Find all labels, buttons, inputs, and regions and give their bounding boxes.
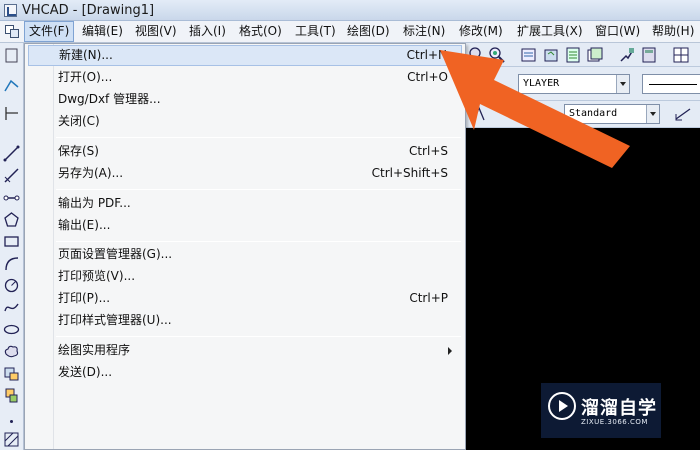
- menu-dimension[interactable]: 标注(N): [399, 21, 449, 42]
- watermark: 溜溜自学 ZIXUE.3066.COM: [541, 383, 661, 438]
- menu-extensions[interactable]: 扩展工具(X): [513, 21, 587, 42]
- grid-icon[interactable]: [672, 46, 690, 64]
- chevron-down-icon[interactable]: [646, 105, 659, 123]
- point-icon[interactable]: [3, 413, 20, 430]
- revision-cloud-icon[interactable]: [3, 343, 20, 360]
- menu-insert[interactable]: 插入(I): [185, 21, 230, 42]
- spline-icon[interactable]: [3, 299, 20, 316]
- menu-item-export[interactable]: 输出(E)...: [28, 215, 462, 236]
- annotation-arrow-icon: [440, 50, 630, 168]
- ray-icon[interactable]: [3, 189, 20, 206]
- submenu-arrow-icon: [448, 347, 452, 355]
- watermark-url: ZIXUE.3066.COM: [581, 418, 648, 426]
- ellipse-icon[interactable]: [3, 321, 20, 338]
- polygon-icon[interactable]: [3, 211, 20, 228]
- menu-separator: [56, 336, 461, 337]
- menu-item-close[interactable]: 关闭(C): [28, 111, 462, 132]
- calculator-icon[interactable]: [640, 46, 658, 64]
- dimension-icon[interactable]: [3, 105, 20, 122]
- make-block-icon[interactable]: [3, 387, 20, 404]
- menu-modify[interactable]: 修改(M): [455, 21, 507, 42]
- menu-item-new[interactable]: 新建(N)... Ctrl+N: [28, 45, 462, 66]
- window-title: VHCAD - [Drawing1]: [22, 3, 155, 18]
- play-logo-icon: [548, 392, 576, 420]
- menu-item-drawing-utilities[interactable]: 绘图实用程序: [28, 340, 462, 361]
- menu-bar: 文件(F) 编辑(E) 视图(V) 插入(I) 格式(O) 工具(T) 绘图(D…: [0, 21, 700, 43]
- menu-format[interactable]: 格式(O): [235, 21, 286, 42]
- app-icon[interactable]: [4, 4, 17, 17]
- draw-toolbar: [0, 43, 24, 450]
- menu-separator: [56, 137, 461, 138]
- title-bar: VHCAD - [Drawing1]: [0, 0, 700, 21]
- document-window-icon[interactable]: [5, 25, 21, 39]
- menu-item-export-pdf[interactable]: 输出为 PDF...: [28, 193, 462, 214]
- menu-item-print[interactable]: 打印(P)... Ctrl+P: [28, 288, 462, 309]
- dimension-style-icon[interactable]: [674, 105, 692, 123]
- rectangle-icon[interactable]: [3, 233, 20, 250]
- toolbar-handle-icon[interactable]: [3, 47, 20, 64]
- menu-window[interactable]: 窗口(W): [591, 21, 644, 42]
- line-icon[interactable]: [3, 145, 20, 162]
- linetype-combo[interactable]: [642, 74, 700, 94]
- polyline-icon[interactable]: [3, 77, 20, 94]
- menu-item-print-preview[interactable]: 打印预览(V)...: [28, 266, 462, 287]
- menu-item-dwg-manager[interactable]: Dwg/Dxf 管理器...: [28, 89, 462, 110]
- menu-help[interactable]: 帮助(H): [648, 21, 698, 42]
- menu-item-save[interactable]: 保存(S) Ctrl+S: [28, 141, 462, 162]
- menu-view[interactable]: 视图(V): [131, 21, 181, 42]
- arc-icon[interactable]: [3, 255, 20, 272]
- watermark-name: 溜溜自学: [581, 398, 657, 419]
- file-menu-dropdown: 新建(N)... Ctrl+N 打开(O)... Ctrl+O Dwg/Dxf …: [24, 43, 466, 450]
- menu-edit[interactable]: 编辑(E): [78, 21, 127, 42]
- menu-draw[interactable]: 绘图(D): [343, 21, 394, 42]
- menu-separator: [56, 189, 461, 190]
- menu-file[interactable]: 文件(F): [24, 21, 75, 42]
- menu-item-open[interactable]: 打开(O)... Ctrl+O: [28, 67, 462, 88]
- construction-line-icon[interactable]: [3, 167, 20, 184]
- menu-tools[interactable]: 工具(T): [291, 21, 340, 42]
- circle-icon[interactable]: [3, 277, 20, 294]
- menu-item-save-as[interactable]: 另存为(A)... Ctrl+Shift+S: [28, 163, 462, 184]
- insert-block-icon[interactable]: [3, 365, 20, 382]
- hatch-icon[interactable]: [3, 431, 20, 448]
- menu-item-plot-style-manager[interactable]: 打印样式管理器(U)...: [28, 310, 462, 331]
- linetype-preview: [649, 84, 697, 85]
- menu-item-send[interactable]: 发送(D)...: [28, 362, 462, 383]
- menu-separator: [56, 241, 461, 242]
- menu-item-page-setup[interactable]: 页面设置管理器(G)...: [28, 244, 462, 265]
